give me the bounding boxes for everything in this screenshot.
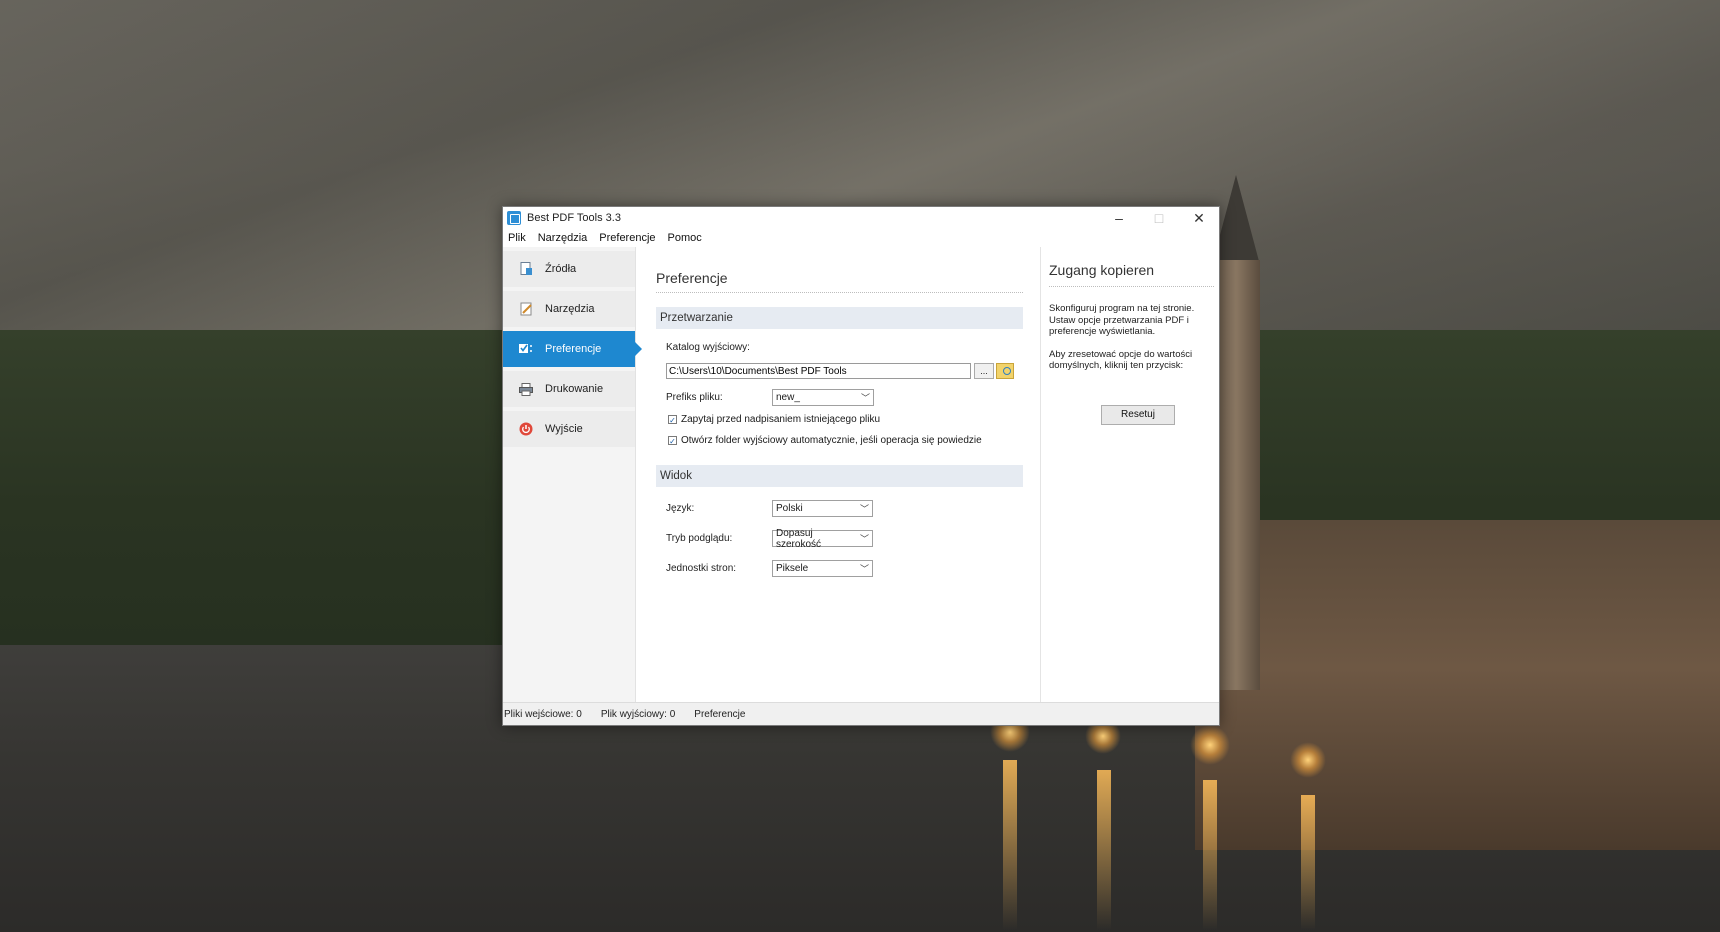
sidebar-item-printing[interactable]: Drukowanie (503, 371, 635, 407)
sidebar-item-label: Drukowanie (545, 383, 604, 395)
preview-value: Dopasuj szerokość (776, 527, 822, 550)
sidebar-item-preferences[interactable]: Preferencje (503, 331, 642, 367)
menu-preferencje[interactable]: Preferencje (599, 232, 655, 244)
status-input-files: Pliki wejściowe: 0 (504, 708, 582, 720)
open-folder-icon[interactable] (996, 363, 1014, 379)
output-dir-input[interactable] (666, 363, 971, 379)
close-button[interactable]: ✕ (1179, 207, 1219, 229)
language-label: Język: (666, 503, 695, 514)
ask-overwrite-row: ✓ Zapytaj przed nadpisaniem istniejącego… (668, 414, 1023, 425)
preview-label: Tryb podglądu: (666, 533, 733, 544)
window-title: Best PDF Tools 3.3 (527, 212, 621, 224)
section-processing-header: Przetwarzanie (656, 307, 1023, 329)
open-folder-label[interactable]: Otwórz folder wyjściowy automatycznie, j… (681, 435, 982, 446)
browse-button[interactable]: ... (974, 363, 994, 379)
info-panel-reset-text: Aby zresetować opcje do wartości domyśln… (1049, 348, 1193, 372)
ask-overwrite-checkbox[interactable]: ✓ (668, 415, 677, 425)
prefix-value: new_ (776, 392, 800, 403)
language-value: Polski (776, 503, 803, 514)
ask-overwrite-label[interactable]: Zapytaj przed nadpisaniem istniejącego p… (681, 414, 880, 425)
printer-icon (519, 382, 533, 396)
status-page: Preferencje (694, 708, 746, 720)
language-row: Język: Polski ﹀ (666, 500, 1023, 517)
prefix-combobox[interactable]: new_ ﹀ (772, 389, 874, 406)
sidebar-item-label: Narzędzia (545, 303, 595, 315)
status-bar: Pliki wejściowe: 0 Plik wyjściowy: 0 Pre… (503, 702, 1219, 725)
info-panel-text: Skonfiguruj program na tej stronie. Usta… (1049, 303, 1195, 337)
wallpaper-reflection (1097, 770, 1111, 930)
prefix-row: Prefiks pliku: new_ ﹀ (666, 389, 1023, 406)
wallpaper-light (1290, 742, 1326, 778)
preview-row: Tryb podglądu: Dopasuj szerokość ﹀ (666, 527, 1023, 550)
info-panel-title: Zugang kopieren (1049, 262, 1214, 287)
preview-combobox[interactable]: Dopasuj szerokość ﹀ (772, 527, 873, 550)
output-dir-label: Katalog wyjściowy: (666, 342, 750, 353)
preferences-panel: Preferencje Przetwarzanie Katalog wyjści… (636, 247, 1040, 703)
menu-pomoc[interactable]: Pomoc (668, 232, 702, 244)
exit-icon (519, 422, 533, 436)
wallpaper-light (1190, 725, 1230, 765)
wallpaper-reflection (1203, 780, 1217, 930)
units-value: Piksele (776, 563, 809, 574)
wallpaper-reflection (1301, 795, 1315, 930)
wallpaper-reflection (1003, 760, 1017, 930)
app-icon (507, 211, 521, 225)
sidebar-item-label: Wyjście (545, 423, 583, 435)
language-combobox[interactable]: Polski ﹀ (772, 500, 873, 517)
sidebar: Źródła Narzędzia Preferencje Drukowanie (503, 247, 642, 703)
sidebar-item-label: Źródła (545, 263, 577, 275)
sidebar-item-label: Preferencje (545, 343, 602, 355)
page-title: Preferencje (656, 270, 1023, 293)
open-folder-checkbox[interactable]: ✓ (668, 436, 677, 446)
maximize-button[interactable]: □ (1139, 207, 1179, 229)
chevron-down-icon: ﹀ (859, 564, 869, 574)
chevron-down-icon: ﹀ (860, 393, 870, 403)
output-dir-label-row: Katalog wyjściowy: (666, 342, 1023, 353)
menu-bar: Plik Narzędzia Preferencje Pomoc (503, 229, 1219, 247)
output-dir-row: ... (666, 363, 1023, 379)
window-controls: – □ ✕ (1099, 207, 1219, 229)
sources-icon (519, 262, 533, 276)
units-combobox[interactable]: Piksele ﹀ (772, 560, 873, 577)
status-output-file: Plik wyjściowy: 0 (600, 708, 676, 720)
chevron-down-icon: ﹀ (859, 504, 869, 514)
sidebar-item-sources[interactable]: Źródła (503, 251, 635, 287)
app-window: Best PDF Tools 3.3 – □ ✕ Plik Narzędzia … (502, 206, 1220, 726)
info-panel: Zugang kopieren Skonfiguruj program na t… (1040, 247, 1219, 703)
units-label: Jednostki stron: (666, 563, 737, 574)
units-row: Jednostki stron: Piksele ﹀ (666, 560, 1023, 577)
sidebar-item-exit[interactable]: Wyjście (503, 411, 635, 447)
prefix-label: Prefiks pliku: (666, 392, 723, 403)
open-folder-row: ✓ Otwórz folder wyjściowy automatycznie,… (668, 435, 1023, 446)
reset-button[interactable]: Resetuj (1101, 404, 1175, 425)
section-view-header: Widok (656, 465, 1023, 487)
tools-icon (519, 302, 533, 316)
menu-narzedzia[interactable]: Narzędzia (538, 232, 588, 244)
menu-plik[interactable]: Plik (508, 232, 526, 244)
wallpaper-village (1195, 520, 1720, 850)
title-bar[interactable]: Best PDF Tools 3.3 – □ ✕ (503, 207, 1219, 229)
preferences-icon (519, 342, 533, 356)
chevron-down-icon: ﹀ (859, 534, 869, 544)
window-body: Źródła Narzędzia Preferencje Drukowanie (503, 247, 1219, 703)
minimize-button[interactable]: – (1099, 207, 1139, 229)
sidebar-item-tools[interactable]: Narzędzia (503, 291, 635, 327)
